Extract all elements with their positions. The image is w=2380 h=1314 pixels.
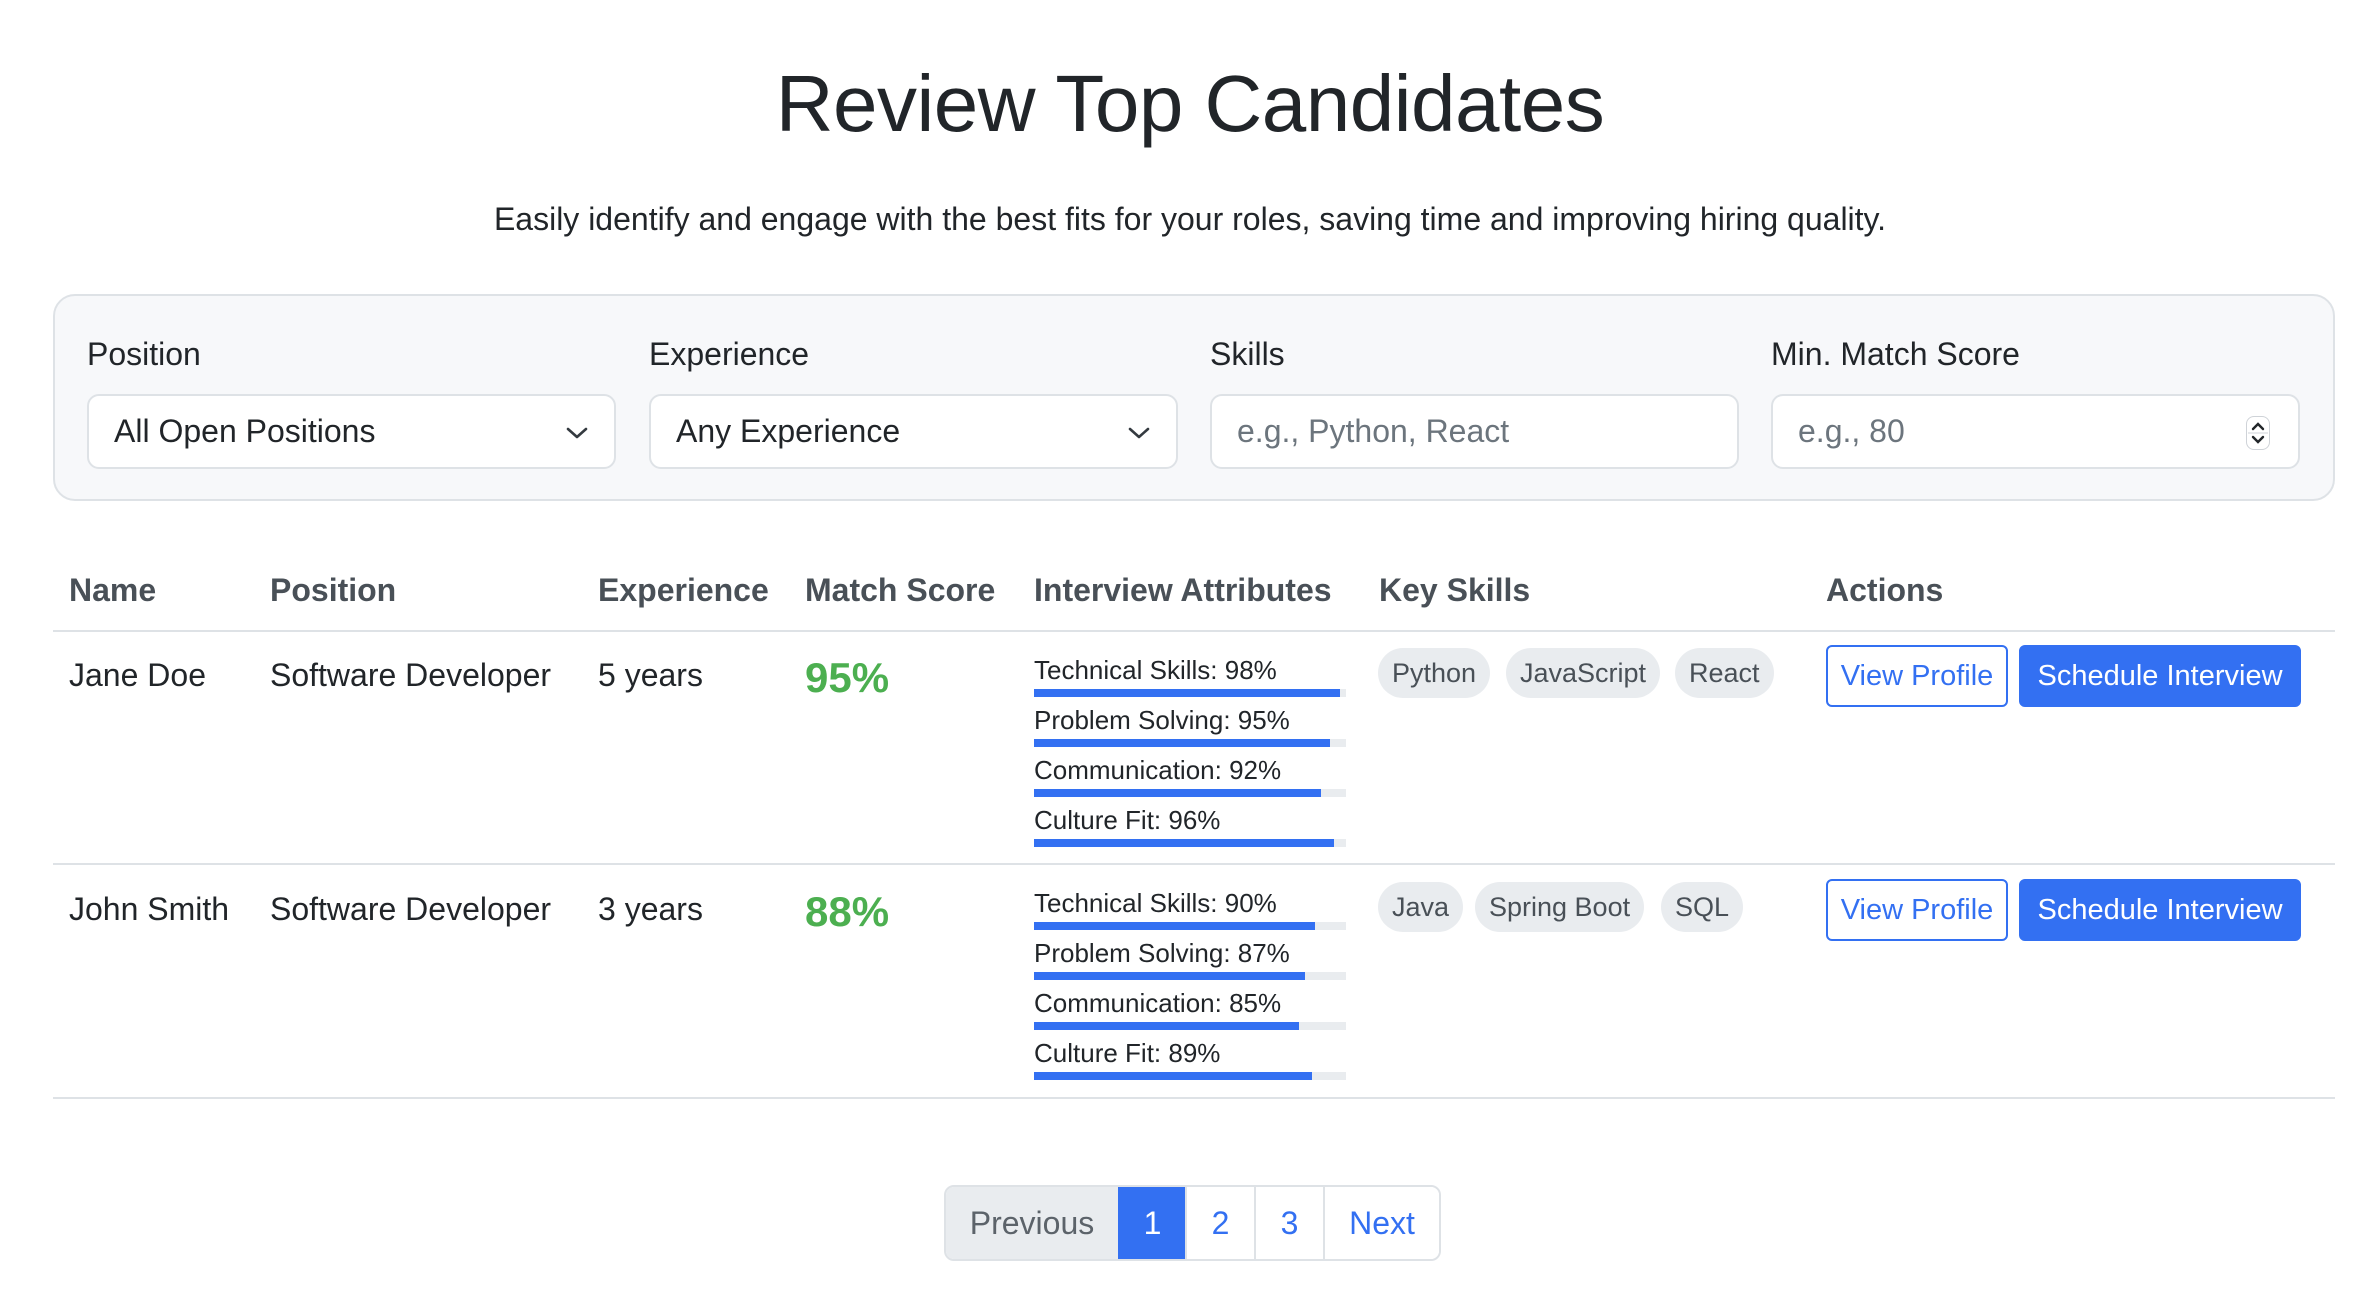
attribute-label: Technical Skills: 90%: [1034, 888, 1277, 918]
progress-track: [1034, 839, 1346, 847]
skill-chip: JavaScript: [1506, 648, 1661, 698]
position-label: Position: [87, 336, 201, 372]
experience-select-value: Any Experience: [676, 413, 901, 449]
progress-fill: [1034, 972, 1306, 980]
progress-track: [1034, 789, 1346, 797]
progress-track: [1034, 689, 1346, 697]
column-header-position: Position: [270, 572, 397, 608]
candidate-name: Jane Doe: [69, 657, 206, 693]
skill-chip: SQL: [1661, 882, 1744, 932]
column-header-key-skills: Key Skills: [1379, 572, 1531, 608]
page-subtitle: Easily identify and engage with the best…: [493, 201, 1887, 237]
table-row: John Smith Software Developer 3 years 88…: [53, 865, 2335, 1099]
table-row: Jane Doe Software Developer 5 years 95% …: [53, 632, 2335, 865]
pagination-page-1[interactable]: 1: [1118, 1187, 1185, 1259]
attribute-problem-solving: Problem Solving: 95%: [1034, 705, 1346, 755]
progress-track: [1034, 1022, 1346, 1030]
position-select-value: All Open Positions: [114, 413, 376, 449]
pagination-page-3[interactable]: 3: [1254, 1187, 1323, 1259]
skill-chip: Java: [1378, 882, 1464, 932]
min-score-input[interactable]: e.g., 80: [1771, 394, 2300, 469]
attribute-label: Communication: 85%: [1034, 988, 1282, 1018]
min-score-label: Min. Match Score: [1771, 336, 2020, 372]
page-title: Review Top Candidates: [775, 59, 1605, 148]
progress-fill: [1034, 789, 1322, 797]
pagination-previous[interactable]: Previous: [946, 1187, 1118, 1259]
attribute-label: Culture Fit: 89%: [1034, 1038, 1221, 1068]
attribute-culture-fit: Culture Fit: 96%: [1034, 805, 1346, 855]
pagination-next[interactable]: Next: [1323, 1187, 1439, 1259]
progress-track: [1034, 1072, 1346, 1080]
attribute-label: Culture Fit: 96%: [1034, 805, 1221, 835]
progress-fill: [1034, 839, 1334, 847]
candidate-name: John Smith: [69, 891, 230, 927]
skill-chip: Spring Boot: [1475, 882, 1645, 932]
table-header: Name Position Experience Match Score Int…: [53, 560, 2335, 632]
column-header-match-score: Match Score: [805, 572, 996, 608]
pagination: Previous 1 2 3 Next: [944, 1185, 1441, 1261]
progress-fill: [1034, 1072, 1312, 1080]
view-profile-button[interactable]: View Profile: [1826, 879, 2008, 941]
attribute-culture-fit: Culture Fit: 89%: [1034, 1038, 1346, 1088]
chevron-down-icon: [1128, 427, 1150, 439]
attribute-problem-solving: Problem Solving: 87%: [1034, 938, 1346, 988]
progress-track: [1034, 739, 1346, 747]
progress-track: [1034, 972, 1346, 980]
number-spinner-icon[interactable]: [2246, 416, 2270, 450]
column-header-actions: Actions: [1826, 572, 1944, 608]
progress-fill: [1034, 922, 1315, 930]
view-profile-button[interactable]: View Profile: [1826, 645, 2008, 707]
progress-fill: [1034, 689, 1340, 697]
column-header-experience: Experience: [598, 572, 769, 608]
pagination-page-2[interactable]: 2: [1185, 1187, 1254, 1259]
attribute-label: Problem Solving: 95%: [1034, 705, 1290, 735]
attribute-label: Communication: 92%: [1034, 755, 1282, 785]
candidate-experience: 3 years: [598, 891, 703, 927]
candidate-experience: 5 years: [598, 657, 703, 693]
column-header-interview-attributes: Interview Attributes: [1034, 572, 1332, 608]
skills-input-placeholder: e.g., Python, React: [1237, 413, 1510, 449]
skills-input[interactable]: e.g., Python, React: [1210, 394, 1739, 469]
attribute-label: Technical Skills: 98%: [1034, 655, 1277, 685]
candidate-position: Software Developer: [270, 657, 552, 693]
column-header-name: Name: [69, 572, 157, 608]
match-score: 88%: [805, 888, 890, 935]
experience-select[interactable]: Any Experience: [649, 394, 1178, 469]
schedule-interview-button[interactable]: Schedule Interview: [2019, 879, 2301, 941]
candidate-position: Software Developer: [270, 891, 552, 927]
progress-track: [1034, 922, 1346, 930]
position-select[interactable]: All Open Positions: [87, 394, 616, 469]
attribute-technical-skills: Technical Skills: 90%: [1034, 888, 1346, 938]
chevron-down-icon: [566, 427, 588, 439]
progress-fill: [1034, 739, 1331, 747]
match-score: 95%: [805, 654, 890, 701]
skill-chip: Python: [1378, 648, 1491, 698]
skill-chip: React: [1675, 648, 1774, 698]
attribute-technical-skills: Technical Skills: 98%: [1034, 655, 1346, 705]
attribute-communication: Communication: 85%: [1034, 988, 1346, 1038]
progress-fill: [1034, 1022, 1300, 1030]
schedule-interview-button[interactable]: Schedule Interview: [2019, 645, 2301, 707]
experience-label: Experience: [649, 336, 810, 372]
filter-panel: Position All Open Positions Experience A…: [53, 294, 2335, 501]
attribute-label: Problem Solving: 87%: [1034, 938, 1290, 968]
skills-label: Skills: [1210, 336, 1285, 372]
min-score-input-placeholder: e.g., 80: [1798, 413, 1905, 449]
attribute-communication: Communication: 92%: [1034, 755, 1346, 805]
